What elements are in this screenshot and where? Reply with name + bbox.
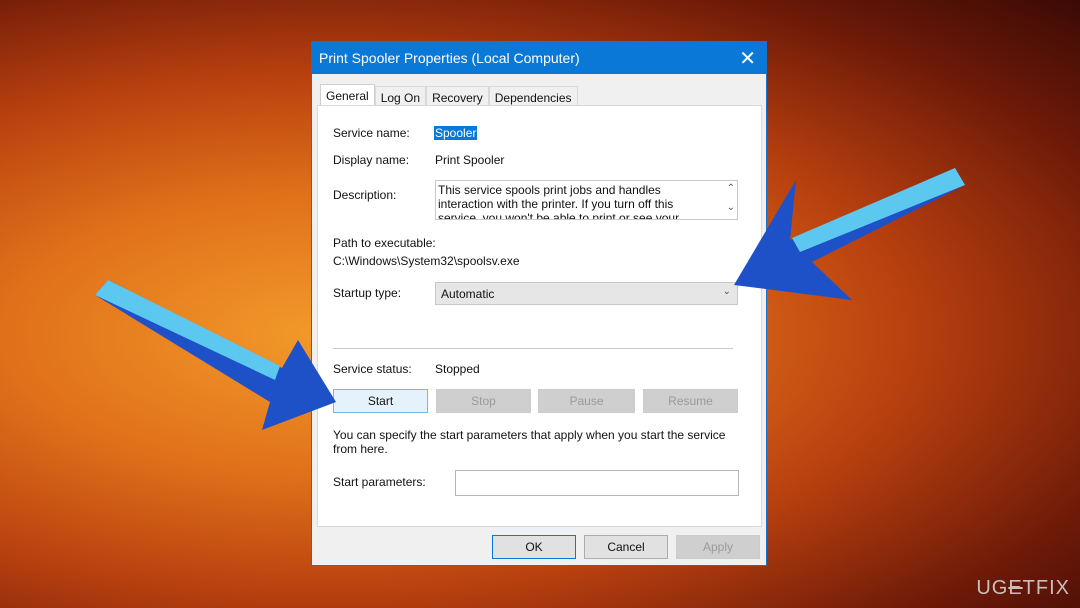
right-arrow-icon — [734, 168, 965, 300]
arrows-overlay — [95, 168, 965, 430]
watermark-logo: UGETFIX — [976, 577, 1070, 599]
left-arrow-icon — [95, 280, 336, 430]
